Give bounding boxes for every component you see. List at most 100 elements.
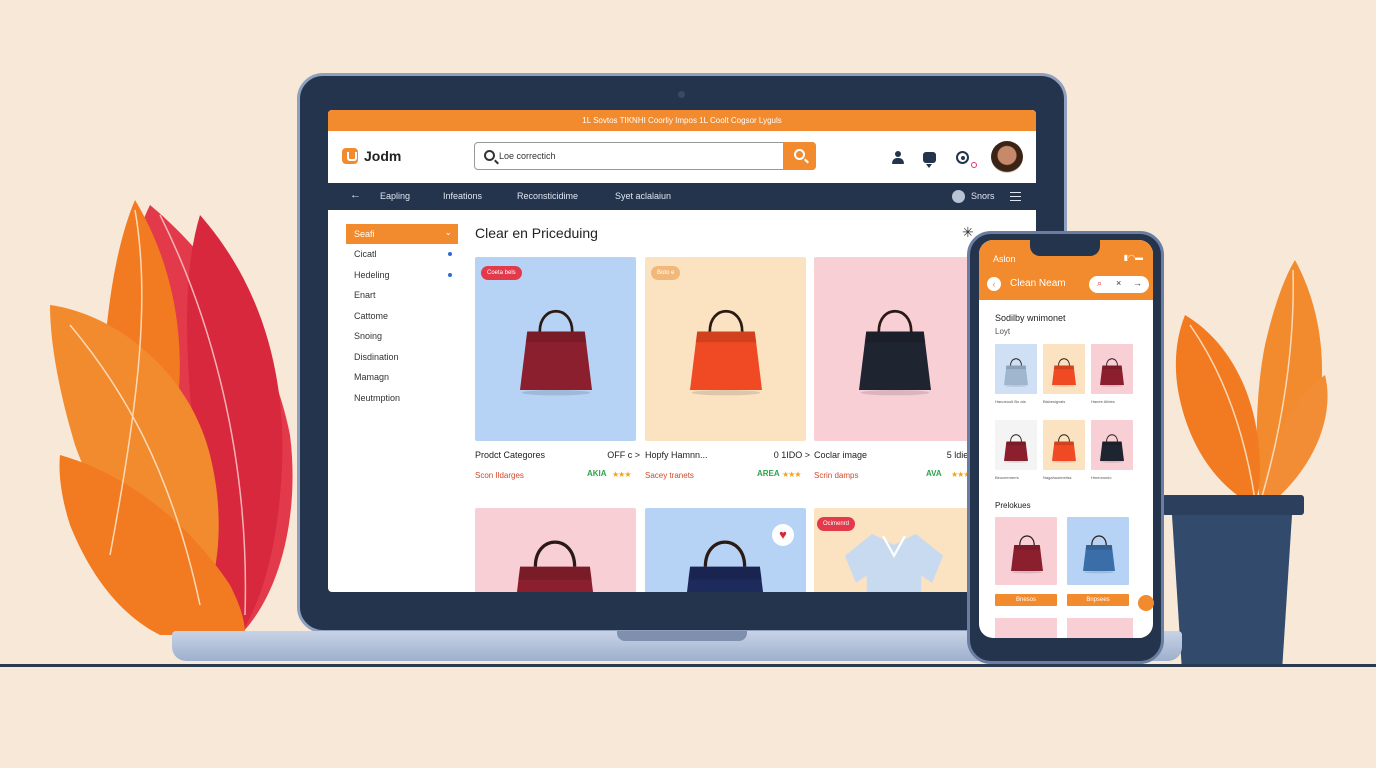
bag-logo-icon [342, 148, 358, 164]
sidebar-item[interactable]: Mamagn [346, 367, 458, 388]
nav-bar: ← Eapling Infeations Reconsticidime Syet… [328, 183, 1036, 210]
sidebar-item[interactable]: Hedeling [346, 265, 458, 286]
promo-banner[interactable]: 1L Sovtos TIKNHI Coorliy Impos 1L Coolt … [328, 110, 1036, 131]
star-rating-icon: ★★★ [782, 470, 801, 479]
phone-featured-card[interactable] [1067, 517, 1129, 585]
phone-product-thumb[interactable] [1091, 420, 1133, 470]
handbag-icon [1011, 535, 1043, 574]
product-card[interactable] [475, 508, 636, 592]
search-input[interactable] [499, 143, 779, 169]
product-badge: Coeta bels [481, 266, 522, 280]
product-rating: AREA [757, 469, 780, 478]
laptop-trackpad-notch [617, 631, 747, 641]
phone-app-bar: ‹ Clean Neam ⌕ × → [979, 268, 1153, 300]
chat-icon[interactable] [923, 152, 936, 168]
heart-icon[interactable]: ♥ [772, 524, 794, 546]
search-icon [484, 150, 495, 161]
search-icon[interactable]: ⌕ [1097, 278, 1102, 289]
globe-icon[interactable] [952, 190, 965, 203]
product-name: Prodct Categores [475, 450, 546, 460]
phone-featured-button[interactable]: Bnpsees [1067, 594, 1129, 606]
phone-featured-button[interactable]: Bnesos [995, 594, 1057, 606]
signal-wifi-battery-icon: ▮◠▬ [1123, 253, 1143, 262]
product-price: OFF c > [607, 450, 640, 460]
sidebar-item[interactable]: Enart [346, 285, 458, 306]
product-card[interactable]: Ocimenrd [814, 508, 975, 592]
product-name: Coclar image [814, 450, 868, 460]
phone-title: Clean Neam [1010, 278, 1066, 289]
ground-line [0, 664, 1376, 667]
sidebar-item-active[interactable]: Seafi [346, 222, 458, 244]
phone-product-thumb[interactable] [995, 420, 1037, 470]
menu-icon[interactable] [1010, 192, 1021, 201]
search-button[interactable] [783, 142, 816, 170]
phone-product-thumb[interactable] [995, 344, 1037, 394]
handbag-icon [520, 309, 592, 396]
handbag-icon [1052, 434, 1076, 463]
plant-pot [1172, 515, 1292, 665]
nav-item[interactable]: Reconsticidime [517, 191, 578, 201]
phone-screen: Aslon ▮◠▬ ‹ Clean Neam ⌕ × → Sodilby wni… [979, 240, 1153, 638]
close-icon[interactable]: × [1116, 278, 1121, 288]
handbag-icon [686, 540, 764, 592]
sidebar-item[interactable]: Cattome [346, 306, 458, 327]
avatar[interactable] [991, 141, 1023, 173]
chat-fab-icon[interactable] [1138, 595, 1154, 611]
phone-thumb-caption: Hanoeoult Bo ats [995, 399, 1026, 404]
nav-item[interactable]: Eapling [380, 191, 410, 201]
sidebar-item[interactable]: Snoing [346, 326, 458, 347]
product-price: 0 1IDO > [773, 450, 810, 460]
logo-text: Jodm [364, 148, 402, 164]
arrow-right-icon[interactable]: → [1133, 278, 1142, 288]
phone-notch [1030, 240, 1100, 256]
product-badge: Boto e [651, 266, 681, 280]
arrow-left-icon[interactable]: ← [350, 189, 361, 201]
phone-section-title-2: Prelokues [995, 501, 1031, 510]
phone-thumb-caption: Beoceemerrs [995, 475, 1019, 480]
phone-section-subtitle: Loyt [995, 327, 1011, 336]
shirt-icon [844, 533, 944, 592]
product-name: Hopfy Hamnn... [645, 450, 708, 460]
search-icon [794, 149, 805, 160]
phone-thumb-caption: Nagahuoimeiiss [1043, 475, 1072, 480]
user-icon[interactable] [891, 151, 905, 165]
back-icon[interactable]: ‹ [987, 277, 1001, 291]
handbag-icon [1052, 358, 1076, 387]
phone-peek-card[interactable] [995, 618, 1057, 638]
handbag-icon [1083, 535, 1115, 574]
handbag-icon [859, 309, 931, 396]
nav-item[interactable]: Infeations [443, 191, 482, 201]
product-card[interactable]: ♥ [645, 508, 806, 592]
target-icon[interactable] [956, 151, 969, 164]
phone-thumb-caption: Bisbesigvals [1043, 399, 1066, 404]
sidebar-item-label: Cicatl [354, 249, 377, 259]
handbag-icon [1100, 358, 1124, 387]
sidebar-item[interactable]: Disdination [346, 347, 458, 368]
phone-thumb-caption: Hanee Atbies [1091, 399, 1115, 404]
phone-product-thumb[interactable] [1043, 344, 1085, 394]
phone-product-thumb[interactable] [1043, 420, 1085, 470]
product-card[interactable]: Boto e [645, 257, 806, 441]
laptop-screen: 1L Sovtos TIKNHI Coorliy Impos 1L Coolt … [328, 110, 1036, 592]
handbag-icon [690, 309, 762, 396]
page-title: Clear en Priceduing [475, 225, 598, 241]
sidebar-item[interactable]: Cicatl [346, 244, 458, 265]
nav-item[interactable]: Syet aclalaiun [615, 191, 671, 201]
phone-featured-card[interactable] [995, 517, 1057, 585]
product-card[interactable]: Coeta bels [475, 257, 636, 441]
sidebar-item[interactable]: Neutmption [346, 388, 458, 409]
phone-product-thumb[interactable] [1091, 344, 1133, 394]
product-subtitle: Scon Ildarges [475, 471, 524, 480]
decorative-leaves-left [50, 200, 293, 635]
search-bar [474, 142, 816, 170]
indicator-dot [448, 272, 452, 277]
logo[interactable]: Jodm [342, 148, 401, 164]
category-sidebar: Seafi Cicatl Hedeling Enart Cattome Snoi… [346, 222, 458, 409]
site-header: Jodm [328, 131, 1036, 183]
product-subtitle: Scrin damps [814, 471, 859, 480]
nav-right-label[interactable]: Snors [971, 191, 995, 201]
product-card[interactable] [814, 257, 975, 441]
phone-peek-card[interactable] [1067, 618, 1133, 638]
product-rating: AVA [926, 469, 942, 478]
plant-pot-rim [1162, 495, 1304, 515]
